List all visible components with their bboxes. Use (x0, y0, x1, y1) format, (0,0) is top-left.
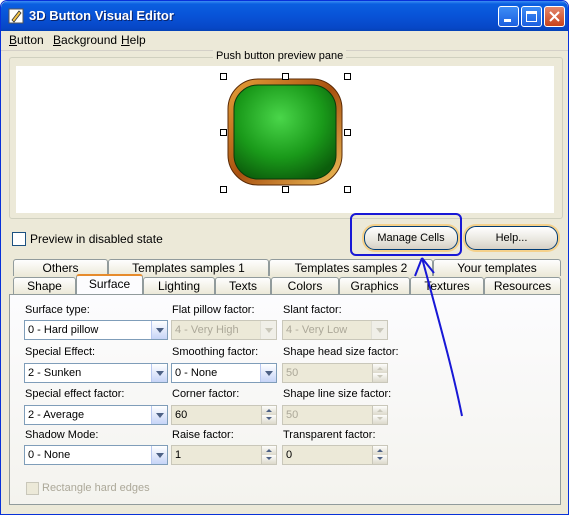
editor-window: 3D Button Visual Editor Button Backgroun… (0, 0, 569, 515)
tab-surface[interactable]: Surface (76, 274, 143, 294)
annotation-arrow-icon (414, 257, 463, 417)
